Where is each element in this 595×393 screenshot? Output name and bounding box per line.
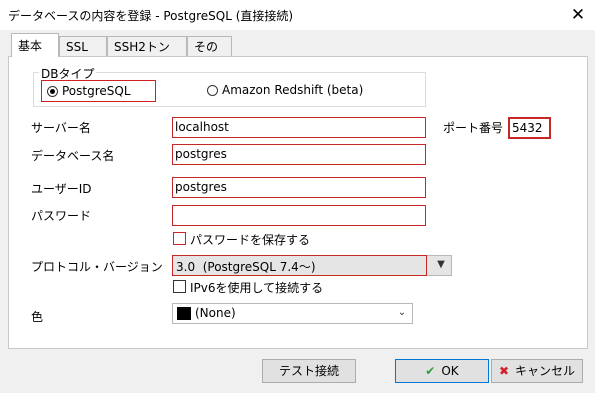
tab-other[interactable]: その他 (187, 36, 232, 74)
password-input[interactable] (172, 205, 426, 226)
port-input[interactable]: 5432 (508, 117, 551, 139)
chevron-down-icon: ▼ (437, 259, 445, 270)
color-value: (None) (195, 306, 236, 320)
title-bar: データベースの内容を登録 - PostgreSQL (直接接続) ✕ (0, 0, 595, 30)
window-title: データベースの内容を登録 - PostgreSQL (直接接続) (8, 9, 294, 23)
database-label: データベース名 (31, 149, 115, 163)
x-icon: ✖ (498, 364, 510, 378)
tab-basic[interactable]: 基本 (11, 33, 59, 57)
cancel-label: キャンセル (515, 364, 576, 378)
radio-amazon-redshift[interactable]: Amazon Redshift (beta) (201, 80, 364, 102)
server-input[interactable]: localhost (172, 117, 426, 138)
database-input[interactable]: postgres (172, 144, 426, 165)
tab-ssl[interactable]: SSL (59, 36, 107, 56)
ipv6-checkbox[interactable] (173, 280, 186, 293)
radio-postgresql[interactable]: PostgreSQL (41, 80, 156, 102)
save-password-label: パスワードを保存する (190, 233, 311, 247)
color-label: 色 (31, 310, 44, 324)
radio-button-icon (47, 86, 58, 97)
protocol-version-label: プロトコル・バージョン (31, 260, 163, 274)
ok-button[interactable]: ✔ OK (395, 359, 489, 383)
ok-label: OK (441, 364, 459, 378)
cancel-button[interactable]: ✖ キャンセル (491, 359, 583, 383)
password-label: パスワード (31, 209, 92, 223)
radio-button-icon (207, 85, 218, 96)
user-id-label: ユーザーID (31, 182, 92, 196)
user-id-input[interactable]: postgres (172, 177, 426, 198)
chevron-down-icon: ⌄ (397, 307, 407, 318)
save-password-checkbox[interactable] (173, 232, 186, 245)
check-icon: ✔ (425, 364, 436, 378)
radio-postgresql-label: PostgreSQL (62, 84, 131, 98)
color-select[interactable]: (None) ⌄ (172, 303, 413, 324)
ipv6-label: IPv6を使用して接続する (190, 281, 324, 295)
tab-ssh2-tunnel[interactable]: SSH2トンネル (107, 36, 187, 74)
protocol-version-value: 3.0 (PostgreSQL 7.4〜) (176, 260, 316, 274)
server-label: サーバー名 (31, 121, 91, 135)
close-icon[interactable]: ✕ (566, 4, 590, 26)
port-label: ポート番号 (443, 121, 504, 135)
radio-redshift-label: Amazon Redshift (beta) (222, 83, 364, 97)
test-connection-button[interactable]: テスト接続 (262, 359, 356, 383)
color-swatch (177, 307, 191, 320)
protocol-version-select[interactable]: 3.0 (PostgreSQL 7.4〜) ▼ (172, 255, 452, 276)
